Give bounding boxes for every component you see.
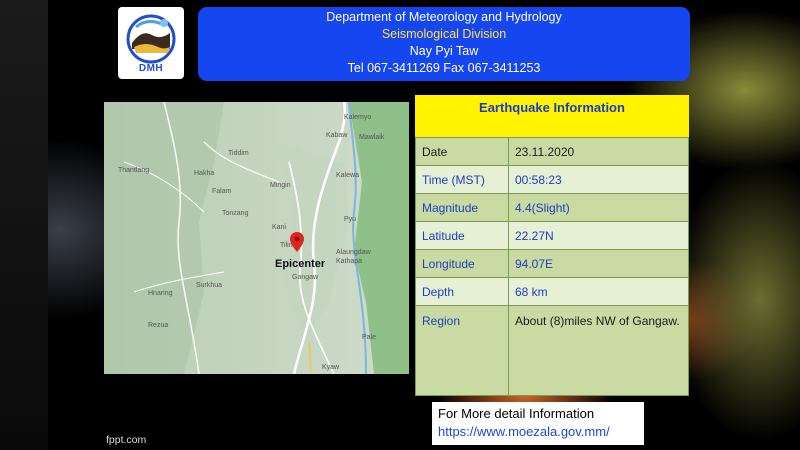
epicenter-map[interactable]: Epicenter Thantlang Hakha Falam Kalemyo … bbox=[104, 102, 409, 374]
more-info-label: For More detail Information bbox=[438, 406, 595, 421]
map-place-label: Kalemyo bbox=[344, 114, 372, 121]
more-info-box: For More detail Information https://www.… bbox=[432, 402, 644, 445]
time-value: 00:58:23 bbox=[508, 165, 689, 194]
magnitude-value: 4.4(Slight) bbox=[508, 193, 689, 222]
earthquake-info-panel: Earthquake Information Date 23.11.2020 T… bbox=[415, 95, 689, 396]
moezala-link[interactable]: https://www.moezala.gov.mm/ bbox=[438, 424, 610, 439]
table-row: Magnitude 4.4(Slight) bbox=[415, 193, 689, 222]
epicenter-label: Epicenter bbox=[275, 258, 326, 270]
map-place-label: Rezua bbox=[148, 322, 169, 329]
map-place-label: Thantlang bbox=[118, 167, 150, 174]
magnitude-key: Magnitude bbox=[415, 193, 509, 222]
latitude-value: 22.27N bbox=[508, 221, 689, 250]
map-place-label: Kani bbox=[272, 224, 287, 231]
map-place-label: Pyu bbox=[344, 216, 357, 223]
table-row: Latitude 22.27N bbox=[415, 221, 689, 250]
logo-text: DMH bbox=[138, 63, 164, 74]
table-row: Region About (8)miles NW of Gangaw. bbox=[415, 305, 689, 396]
date-value: 23.11.2020 bbox=[508, 137, 689, 166]
table-row: Date 23.11.2020 bbox=[415, 137, 689, 166]
longitude-key: Longitude bbox=[415, 249, 509, 278]
footer-credit: fppt.com bbox=[106, 434, 147, 446]
map-place-label: Mingin bbox=[270, 182, 291, 189]
earthquake-info-table: Date 23.11.2020 Time (MST) 00:58:23 Magn… bbox=[415, 137, 689, 396]
table-row: Time (MST) 00:58:23 bbox=[415, 165, 689, 194]
map-place-label: Kyaw bbox=[322, 364, 340, 371]
map-place-label: Surkhua bbox=[196, 282, 223, 289]
time-key: Time (MST) bbox=[415, 165, 509, 194]
info-title: Earthquake Information bbox=[415, 95, 689, 137]
depth-key: Depth bbox=[415, 277, 509, 306]
map-place-label: Kalewa bbox=[336, 172, 359, 179]
map-place-label: Mawlaik bbox=[359, 134, 385, 141]
map-place-label: Tonzang bbox=[222, 210, 249, 217]
contact-numbers: Tel 067-3411269 Fax 067-3411253 bbox=[347, 61, 541, 75]
date-key: Date bbox=[415, 137, 509, 166]
left-strip bbox=[0, 0, 48, 450]
map-place-label: Gangaw bbox=[292, 274, 319, 281]
header-banner: Department of Meteorology and Hydrology … bbox=[198, 7, 690, 81]
map-place-label: Hakha bbox=[194, 170, 215, 177]
map-place-label: Alaungdaw Kathapa bbox=[336, 249, 371, 265]
region-key: Region bbox=[415, 305, 509, 396]
latitude-key: Latitude bbox=[415, 221, 509, 250]
longitude-value: 94.07E bbox=[508, 249, 689, 278]
region-value: About (8)miles NW of Gangaw. bbox=[508, 305, 689, 396]
map-place-label: Hnaring bbox=[148, 290, 173, 297]
division-name: Seismological Division bbox=[381, 27, 507, 41]
depth-value: 68 km bbox=[508, 277, 689, 306]
city-name: Nay Pyi Taw bbox=[409, 44, 479, 58]
map-place-label: Falam bbox=[212, 188, 232, 195]
department-name: Department of Meteorology and Hydrology bbox=[326, 10, 562, 24]
map-place-label: Pale bbox=[362, 334, 377, 341]
map-place-label: Kabaw bbox=[326, 132, 348, 139]
map-place-label: Tiddim bbox=[228, 150, 249, 157]
map-place-label: Tilin bbox=[280, 242, 293, 249]
table-row: Depth 68 km bbox=[415, 277, 689, 306]
table-row: Longitude 94.07E bbox=[415, 249, 689, 278]
dmh-logo: DMH bbox=[118, 7, 184, 79]
